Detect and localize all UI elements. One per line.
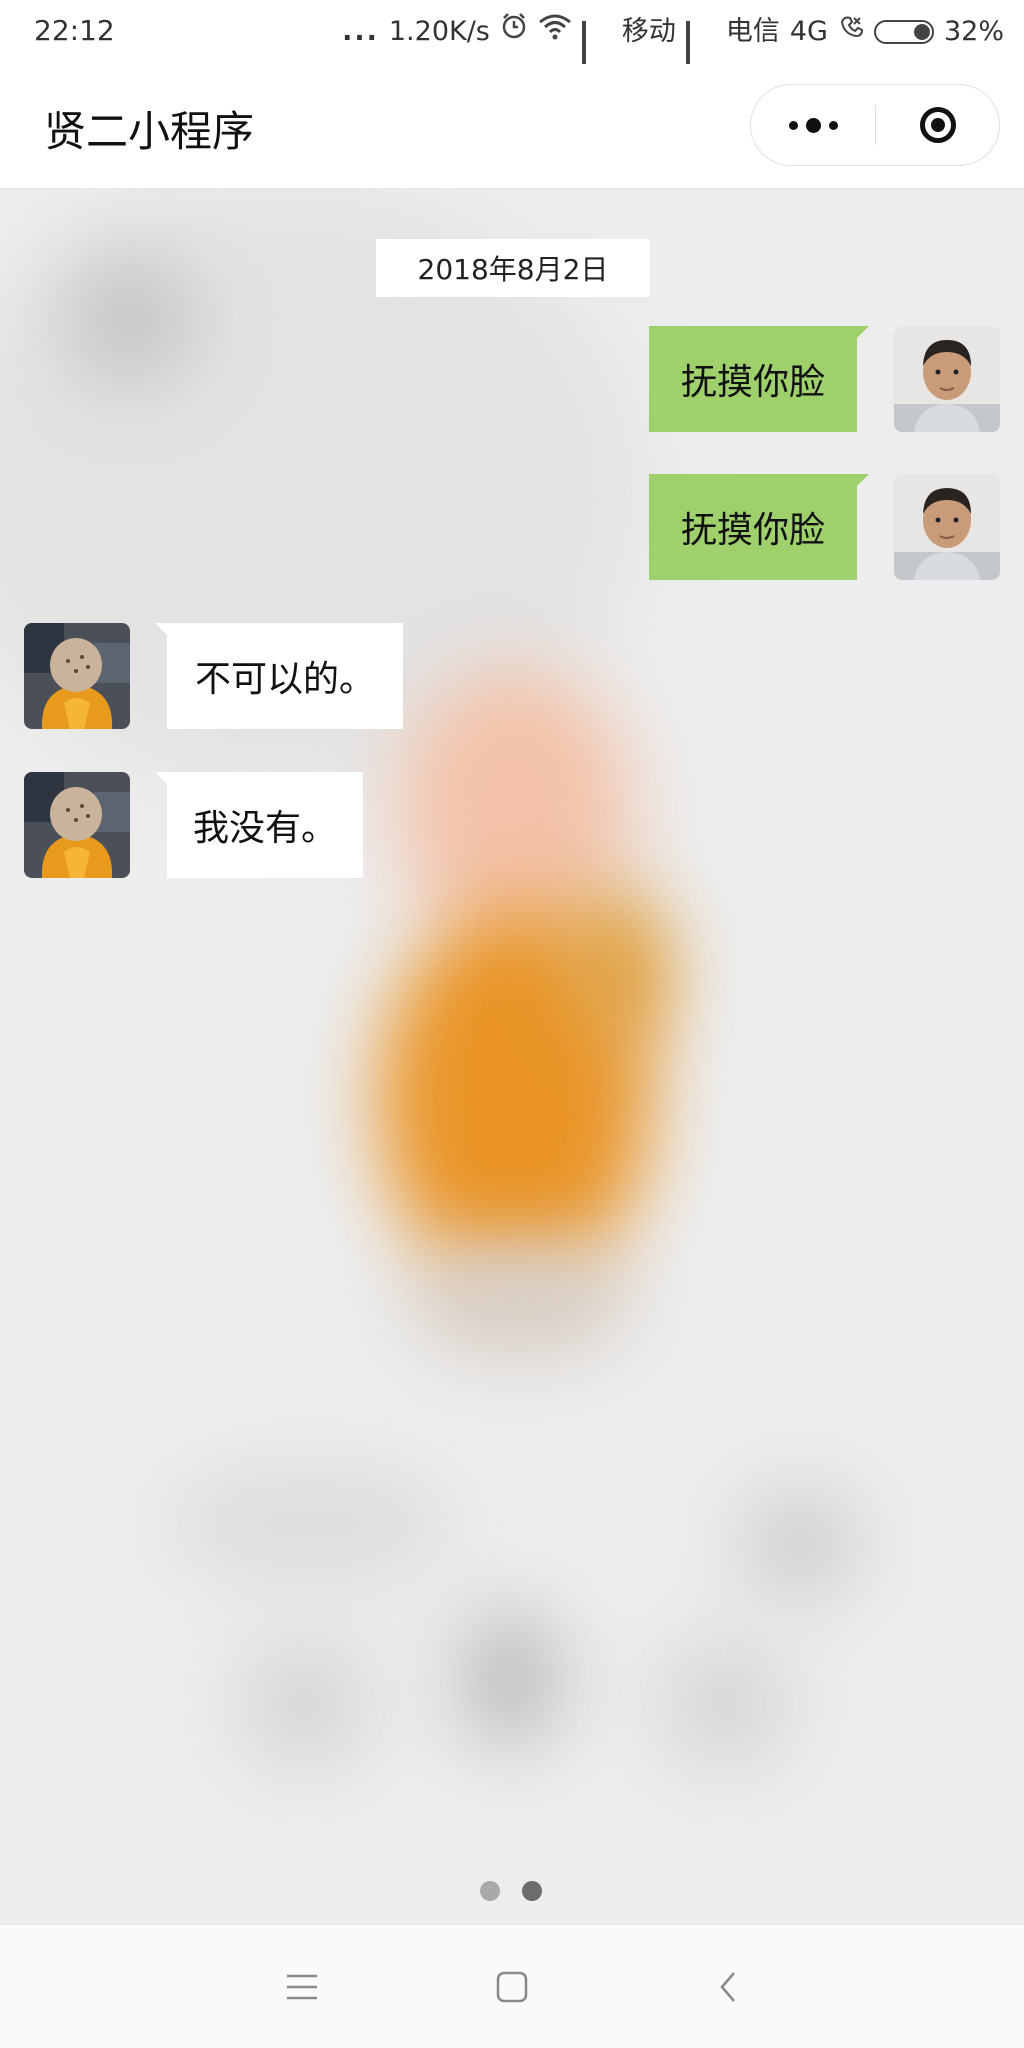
page-title: 贤二小程序	[44, 107, 255, 156]
alarm-icon	[500, 12, 528, 52]
phone-screen: 22:12 ... 1.20K/s 移动 电信 4G 32% 贤二小程序 201…	[0, 0, 1024, 2048]
blurred-background-image	[0, 189, 1024, 1924]
wifi-icon	[538, 12, 572, 52]
page-dot-active[interactable]	[522, 1881, 542, 1901]
battery-level: 32%	[943, 16, 1004, 47]
target-icon	[919, 107, 956, 143]
bot-message-bubble: 我没有。	[155, 772, 363, 878]
user-message-bubble: 抚摸你脸	[649, 326, 869, 432]
capsule-menu	[750, 84, 1000, 166]
back-icon[interactable]	[696, 1955, 760, 2019]
mini-program-nav-bar: 贤二小程序	[0, 64, 1024, 189]
close-mini-program-button[interactable]	[876, 85, 999, 165]
network-type: 4G	[789, 16, 828, 47]
signal-icon-2	[685, 21, 716, 91]
status-icons: ... 1.20K/s 移动 电信 4G 32%	[342, 12, 1004, 91]
bot-avatar[interactable]	[24, 623, 130, 729]
bot-avatar[interactable]	[24, 772, 130, 878]
network-speed: 1.20K/s	[388, 16, 490, 47]
bot-message-bubble: 不可以的。	[155, 623, 403, 729]
more-dots-icon[interactable]	[751, 85, 875, 165]
chat-area[interactable]: 2018年8月2日 抚摸你脸 抚摸你脸 不可以的。 我没有。	[0, 189, 1024, 1924]
call-off-icon	[838, 12, 864, 52]
menu-icon[interactable]	[270, 1955, 334, 2019]
status-time: 22:12	[34, 14, 115, 47]
user-avatar[interactable]	[894, 474, 1000, 580]
user-avatar[interactable]	[894, 326, 1000, 432]
carrier-2: 电信	[725, 16, 780, 47]
more-notifications-indicator: ...	[342, 16, 379, 47]
date-separator: 2018年8月2日	[376, 239, 650, 297]
system-navigation-bar	[0, 1924, 1024, 2048]
home-icon[interactable]	[480, 1955, 544, 2019]
carrier-1: 移动	[621, 16, 676, 47]
battery-icon	[873, 20, 934, 44]
signal-icon-1	[581, 21, 612, 91]
user-message-bubble: 抚摸你脸	[649, 474, 869, 580]
status-bar: 22:12 ... 1.20K/s 移动 电信 4G 32%	[0, 0, 1024, 91]
page-dot[interactable]	[480, 1881, 500, 1901]
page-indicator	[480, 1881, 542, 1901]
